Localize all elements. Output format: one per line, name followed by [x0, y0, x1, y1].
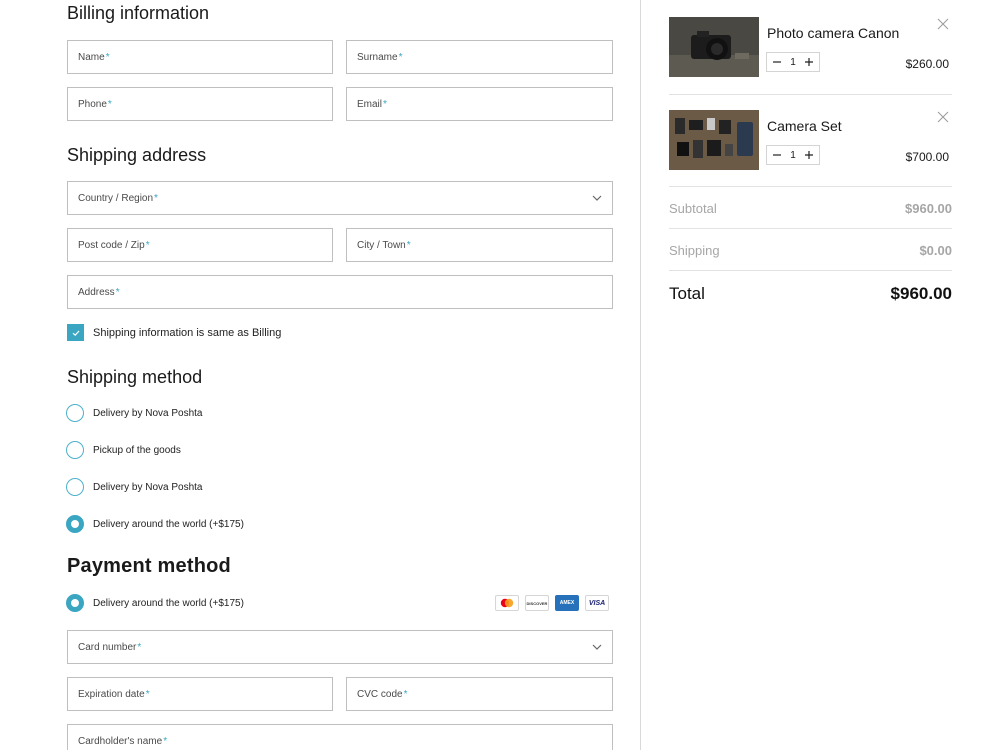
required-mark: * [406, 239, 411, 251]
order-summary: Photo camera Canon 1 $260.00 Camera Set [641, 0, 1000, 750]
shipping-label: Shipping [669, 243, 720, 258]
phone-field[interactable]: Phone * [67, 87, 333, 121]
surname-field[interactable]: Surname * [346, 40, 613, 74]
minus-icon[interactable] [771, 149, 783, 161]
required-mark: * [137, 641, 142, 653]
quantity-stepper[interactable]: 1 [766, 145, 820, 165]
radio-button[interactable] [66, 404, 84, 422]
address-field[interactable]: Address * [67, 275, 613, 309]
payment-option[interactable]: Delivery around the world (+$175) [66, 594, 244, 612]
minus-icon[interactable] [771, 56, 783, 68]
divider [669, 94, 952, 95]
shipping-option-pickup[interactable]: Pickup of the goods [66, 441, 181, 459]
required-mark: * [163, 735, 168, 747]
required-mark: * [403, 688, 408, 700]
email-field[interactable]: Email * [346, 87, 613, 121]
visa-icon: VISA [585, 595, 609, 611]
phone-placeholder: Phone [78, 98, 107, 110]
expiration-date-field[interactable]: Expiration date * [67, 677, 333, 711]
required-mark: * [145, 239, 150, 251]
city-field[interactable]: City / Town * [346, 228, 613, 262]
radio-button-selected[interactable] [66, 594, 84, 612]
country-placeholder: Country / Region [78, 192, 154, 204]
check-icon [72, 330, 79, 336]
cardholder-name-field[interactable]: Cardholder's name * [67, 724, 613, 750]
required-mark: * [145, 688, 150, 700]
city-placeholder: City / Town [357, 239, 406, 251]
cardholder-placeholder: Cardholder's name [78, 735, 163, 747]
quantity-value: 1 [790, 149, 796, 161]
radio-button[interactable] [66, 441, 84, 459]
cvc-placeholder: CVC code [357, 688, 403, 700]
chevron-down-icon [592, 195, 602, 201]
shipping-option-worldwide[interactable]: Delivery around the world (+$175) [66, 515, 244, 533]
shipping-option-label: Delivery around the world (+$175) [93, 518, 244, 530]
subtotal-row: Subtotal $960.00 [669, 201, 952, 216]
camera-canon-thumbnail [669, 17, 759, 77]
email-placeholder: Email [357, 98, 383, 110]
cart-item: Camera Set 1 $700.00 [669, 110, 952, 172]
total-row: Total $960.00 [669, 284, 952, 304]
required-mark: * [107, 98, 112, 110]
card-number-field[interactable]: Card number * [67, 630, 613, 664]
shipping-value: $0.00 [919, 243, 952, 258]
same-as-billing-checkbox[interactable] [67, 324, 84, 341]
subtotal-label: Subtotal [669, 201, 717, 216]
camera-set-thumbnail [669, 110, 759, 170]
shipping-option-label: Pickup of the goods [93, 444, 181, 456]
required-mark: * [398, 51, 403, 63]
shipping-option-label: Delivery by Nova Poshta [93, 481, 203, 493]
item-name: Photo camera Canon [767, 25, 900, 41]
quantity-value: 1 [790, 56, 796, 68]
surname-placeholder: Surname [357, 51, 398, 63]
chevron-down-icon [592, 644, 602, 650]
shipping-method-title: Shipping method [67, 367, 203, 387]
total-label: Total [669, 284, 705, 303]
divider [669, 228, 952, 229]
shipping-option-nova-poshta[interactable]: Delivery by Nova Poshta [66, 404, 203, 422]
discover-icon: DISCOVER [525, 595, 549, 611]
card-number-placeholder: Card number [78, 641, 137, 653]
amex-icon: AMEX [555, 595, 579, 611]
postcode-field[interactable]: Post code / Zip * [67, 228, 333, 262]
name-placeholder: Name [78, 51, 105, 63]
radio-button-selected[interactable] [66, 515, 84, 533]
close-icon[interactable] [937, 111, 949, 123]
cart-item: Photo camera Canon 1 $260.00 [669, 17, 952, 79]
radio-button[interactable] [66, 478, 84, 496]
required-mark: * [105, 51, 110, 63]
divider [669, 270, 952, 271]
total-value: $960.00 [890, 284, 952, 303]
postcode-placeholder: Post code / Zip [78, 239, 145, 251]
same-as-billing-row[interactable]: Shipping information is same as Billing [67, 324, 281, 341]
payment-method-title: Payment method [67, 555, 231, 577]
country-select[interactable]: Country / Region * [67, 181, 613, 215]
divider [669, 186, 952, 187]
shipping-option-nova-poshta-2[interactable]: Delivery by Nova Poshta [66, 478, 203, 496]
shipping-address-title: Shipping address [67, 145, 207, 165]
mastercard-icon [495, 595, 519, 611]
address-placeholder: Address [78, 286, 115, 298]
expiration-placeholder: Expiration date [78, 688, 145, 700]
plus-icon[interactable] [803, 56, 815, 68]
item-price: $260.00 [905, 57, 949, 71]
shipping-option-label: Delivery by Nova Poshta [93, 407, 203, 419]
billing-title: Billing information [67, 3, 210, 23]
cvc-field[interactable]: CVC code * [346, 677, 613, 711]
subtotal-value: $960.00 [905, 201, 952, 216]
quantity-stepper[interactable]: 1 [766, 52, 820, 72]
card-brands: DISCOVER AMEX VISA [495, 595, 609, 611]
shipping-row: Shipping $0.00 [669, 243, 952, 258]
required-mark: * [115, 286, 120, 298]
required-mark: * [154, 192, 158, 204]
name-field[interactable]: Name * [67, 40, 333, 74]
payment-option-label: Delivery around the world (+$175) [93, 597, 244, 609]
item-price: $700.00 [905, 150, 949, 164]
same-as-billing-label: Shipping information is same as Billing [93, 326, 282, 339]
close-icon[interactable] [937, 18, 949, 30]
item-name: Camera Set [767, 118, 842, 134]
plus-icon[interactable] [803, 149, 815, 161]
checkout-form: Billing information Name * Surname * Phone… [0, 0, 640, 750]
required-mark: * [383, 98, 387, 110]
